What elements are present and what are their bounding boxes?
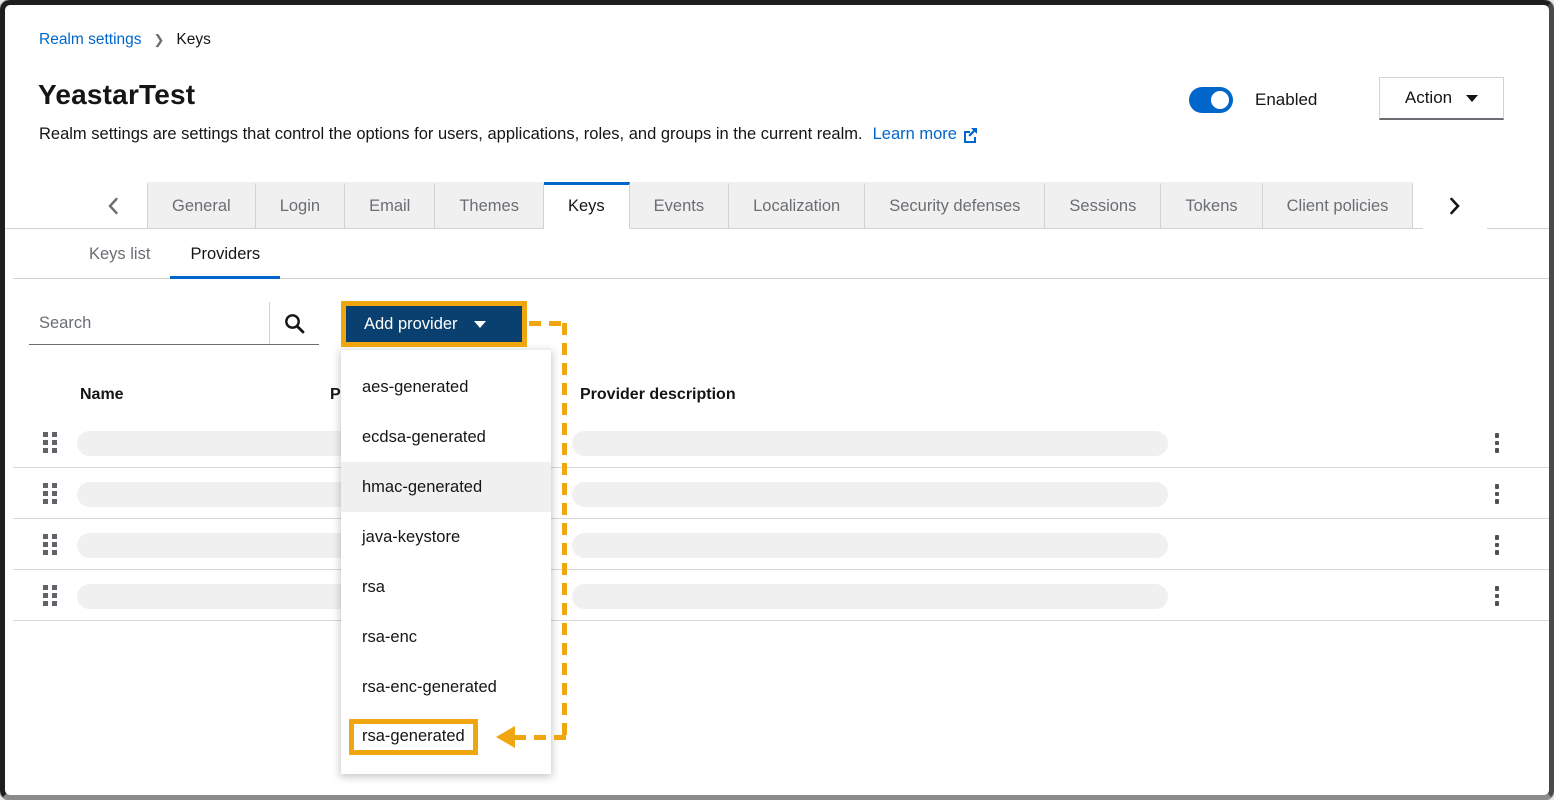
menu-item-label: hmac-generated	[362, 478, 482, 497]
breadcrumb-realm-settings[interactable]: Realm settings	[39, 31, 142, 49]
page-description-text: Realm settings are settings that control…	[39, 125, 863, 144]
tab-security-defenses[interactable]: Security defenses	[865, 182, 1045, 229]
add-provider-label: Add provider	[364, 315, 458, 334]
page-description: Realm settings are settings that control…	[39, 125, 978, 144]
description-skeleton-pill	[572, 533, 1168, 558]
tabs-scroll-right-button[interactable]	[1423, 182, 1487, 229]
description-skeleton-pill	[572, 584, 1168, 609]
drag-handle-icon[interactable]	[43, 585, 57, 606]
tab-login[interactable]: Login	[256, 182, 345, 229]
toggle-knob	[1211, 91, 1229, 109]
table-row	[13, 519, 1549, 570]
tab-keys[interactable]: Keys	[544, 182, 630, 229]
description-skeleton-pill	[572, 482, 1168, 507]
search-group	[29, 302, 319, 345]
menu-item-rsa-enc[interactable]: rsa-enc	[341, 612, 551, 662]
menu-item-label: ecdsa-generated	[362, 428, 486, 447]
breadcrumb-chevron-icon: ❯	[154, 32, 165, 48]
table-row	[13, 570, 1549, 621]
action-dropdown-button[interactable]: Action	[1379, 77, 1504, 120]
tab-label: Events	[654, 197, 704, 216]
chevron-right-icon	[1449, 197, 1461, 215]
tab-label: Security defenses	[889, 197, 1020, 216]
menu-item-label: rsa-enc-generated	[362, 678, 497, 697]
breadcrumb: Realm settings ❯ Keys	[39, 31, 211, 49]
add-provider-annotation-box: Add provider	[341, 301, 527, 347]
menu-item-label: rsa-enc	[362, 628, 417, 647]
enabled-label: Enabled	[1255, 90, 1317, 110]
menu-item-rsa-enc-generated[interactable]: rsa-enc-generated	[341, 662, 551, 712]
subtab-providers[interactable]: Providers	[170, 231, 280, 278]
table-row	[13, 468, 1549, 519]
providers-table	[13, 417, 1549, 621]
search-button[interactable]	[270, 302, 319, 344]
tab-tokens[interactable]: Tokens	[1161, 182, 1262, 229]
tab-label: Email	[369, 197, 410, 216]
action-label: Action	[1405, 88, 1452, 108]
tab-events[interactable]: Events	[630, 182, 729, 229]
tab-label: Localization	[753, 197, 840, 216]
tab-list: General Login Email Themes Keys Events Localiz…	[147, 182, 1417, 229]
search-icon	[284, 313, 305, 334]
subtab-label: Providers	[190, 245, 260, 264]
column-header-provider-description: Provider description	[580, 386, 736, 404]
tab-label: Tokens	[1185, 197, 1237, 216]
drag-handle-icon[interactable]	[43, 483, 57, 504]
drag-handle-icon[interactable]	[43, 432, 57, 453]
annotation-dash-horizontal-bottom	[514, 735, 567, 740]
annotation-dash-vertical	[562, 323, 567, 735]
kebab-menu-button[interactable]	[1485, 532, 1509, 558]
tab-sessions[interactable]: Sessions	[1045, 182, 1161, 229]
menu-item-label: rsa	[362, 578, 385, 597]
menu-item-label: rsa-generated	[349, 719, 478, 755]
menu-item-aes-generated[interactable]: aes-generated	[341, 362, 551, 412]
menu-item-ecdsa-generated[interactable]: ecdsa-generated	[341, 412, 551, 462]
tab-label: Themes	[459, 197, 519, 216]
subtab-label: Keys list	[89, 245, 150, 264]
tab-localization[interactable]: Localization	[729, 182, 865, 229]
external-link-icon	[962, 127, 978, 143]
column-header-name: Name	[80, 386, 124, 404]
kebab-menu-button[interactable]	[1485, 481, 1509, 507]
chevron-down-icon	[474, 321, 486, 328]
learn-more-label: Learn more	[873, 125, 957, 144]
description-skeleton-pill	[572, 431, 1168, 456]
tab-themes[interactable]: Themes	[435, 182, 544, 229]
menu-item-label: aes-generated	[362, 378, 468, 397]
menu-item-rsa[interactable]: rsa	[341, 562, 551, 612]
drag-handle-icon[interactable]	[43, 534, 57, 555]
tabs-scroll-left-button[interactable]	[93, 182, 133, 229]
menu-item-java-keystore[interactable]: java-keystore	[341, 512, 551, 562]
add-provider-menu: aes-generated ecdsa-generated hmac-generat…	[341, 350, 551, 774]
enabled-toggle[interactable]	[1189, 87, 1233, 113]
tab-client-policies[interactable]: Client policies	[1263, 182, 1414, 229]
search-input[interactable]	[29, 302, 269, 344]
tab-general[interactable]: General	[147, 182, 256, 229]
menu-item-hmac-generated[interactable]: hmac-generated	[341, 462, 551, 512]
tab-label: Sessions	[1069, 197, 1136, 216]
learn-more-link[interactable]: Learn more	[873, 125, 978, 144]
menu-item-label: java-keystore	[362, 528, 460, 547]
subtab-keys-list[interactable]: Keys list	[69, 231, 170, 278]
app-window: Realm settings ❯ Keys YeastarTest Realm …	[0, 0, 1554, 800]
chevron-down-icon	[1466, 95, 1478, 102]
chevron-left-icon	[107, 197, 119, 215]
breadcrumb-keys: Keys	[176, 31, 210, 49]
tab-label: General	[172, 197, 231, 216]
subtab-strip: Keys list Providers	[13, 231, 1549, 279]
add-provider-button[interactable]: Add provider	[346, 306, 522, 342]
table-row	[13, 417, 1549, 468]
tab-label: Login	[280, 197, 320, 216]
tab-label: Keys	[568, 197, 605, 216]
page-title: YeastarTest	[38, 79, 195, 111]
kebab-menu-button[interactable]	[1485, 430, 1509, 456]
tab-label: Client policies	[1287, 197, 1389, 216]
annotation-arrow-icon	[496, 726, 515, 748]
kebab-menu-button[interactable]	[1485, 583, 1509, 609]
tab-email[interactable]: Email	[345, 182, 435, 229]
